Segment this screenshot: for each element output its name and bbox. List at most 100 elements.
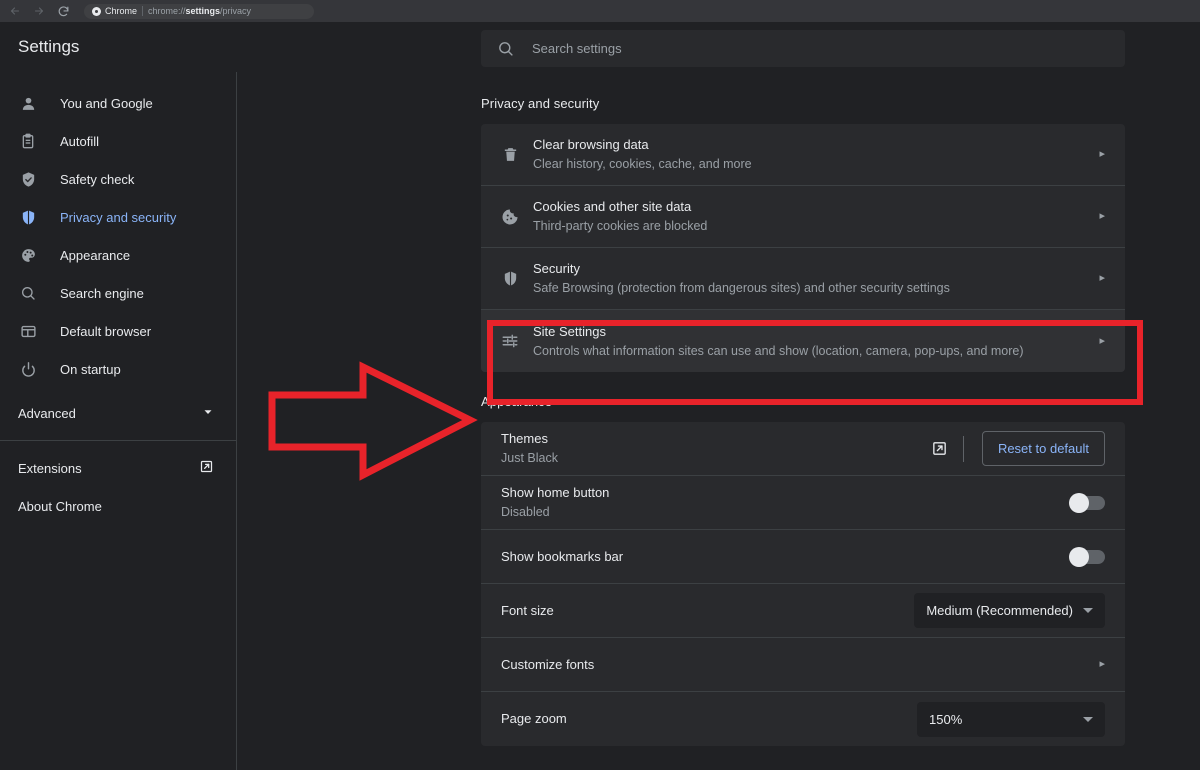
- chevron-right-icon: ▸: [1099, 148, 1105, 160]
- row-subtitle: Third-party cookies are blocked: [533, 219, 708, 233]
- row-text: Cookies and other site data Third-party …: [533, 198, 1099, 235]
- sidebar-item-label: Search engine: [60, 285, 144, 301]
- row-text: Security Safe Browsing (protection from …: [533, 260, 1099, 297]
- sidebar-item-label: Safety check: [60, 171, 135, 187]
- reload-icon[interactable]: [56, 4, 70, 18]
- row-title: Show home button: [501, 485, 610, 500]
- row-show-home-button[interactable]: Show home button Disabled: [481, 476, 1125, 530]
- sidebar-item-search-engine[interactable]: Search engine: [0, 274, 236, 312]
- row-font-size[interactable]: Font size Medium (Recommended): [481, 584, 1125, 638]
- omnibox-url: chrome://settings/privacy: [148, 6, 251, 16]
- row-title: Site Settings: [533, 323, 606, 339]
- sidebar-item-label: On startup: [60, 361, 121, 377]
- sliders-icon: [499, 330, 521, 352]
- privacy-card: Clear browsing data Clear history, cooki…: [481, 124, 1125, 372]
- browser-window-icon: [18, 321, 38, 341]
- sidebar-item-appearance[interactable]: Appearance: [0, 236, 236, 274]
- row-title: Show bookmarks bar: [501, 548, 624, 564]
- row-title: Page zoom: [501, 711, 567, 726]
- font-size-select[interactable]: Medium (Recommended): [914, 593, 1105, 628]
- row-text: Customize fonts: [501, 656, 1099, 674]
- sidebar-item-label: Appearance: [60, 247, 131, 263]
- external-link-icon[interactable]: [929, 438, 951, 460]
- cookie-icon: [499, 206, 521, 228]
- search-settings-bar[interactable]: [481, 30, 1125, 67]
- toggle-knob: [1069, 492, 1089, 513]
- appearance-section-title: Appearance: [481, 394, 553, 409]
- settings-body: You and Google Autofill Safety check Pri…: [0, 72, 1200, 770]
- row-title: Themes: [501, 431, 548, 446]
- row-title: Cookies and other site data: [533, 199, 692, 214]
- sidebar-item-you-and-google[interactable]: You and Google: [0, 84, 236, 122]
- search-icon: [497, 40, 514, 57]
- reset-to-default-button[interactable]: Reset to default: [981, 431, 1105, 466]
- row-site-settings[interactable]: Site Settings Controls what information …: [481, 310, 1125, 372]
- row-security[interactable]: Security Safe Browsing (protection from …: [481, 248, 1125, 310]
- row-subtitle: Disabled: [501, 505, 550, 519]
- sidebar-item-label: Privacy and security: [60, 209, 177, 225]
- chevron-right-icon: ▸: [1099, 334, 1105, 347]
- chevron-down-icon: [1083, 716, 1093, 722]
- omnibox-divider: [142, 6, 144, 16]
- sidebar-item-privacy-and-security[interactable]: Privacy and security: [0, 198, 236, 236]
- sidebar-item-on-startup[interactable]: On startup: [0, 350, 236, 388]
- sidebar-vertical-rule: [236, 72, 237, 770]
- row-subtitle: Safe Browsing (protection from dangerous…: [533, 281, 950, 295]
- sidebar-advanced-label: Advanced: [18, 405, 76, 421]
- sidebar: You and Google Autofill Safety check Pri…: [0, 72, 237, 770]
- url-prefix: chrome://: [148, 6, 186, 16]
- button-divider: [962, 435, 964, 462]
- appearance-card: Themes Just Black Reset to default Show …: [481, 422, 1125, 746]
- font-size-value: Medium (Recommended): [926, 603, 1073, 618]
- main-content: Privacy and security Clear browsing data…: [236, 72, 1200, 770]
- sidebar-item-about-chrome[interactable]: About Chrome: [0, 487, 236, 525]
- browser-toolbar: Chrome chrome://settings/privacy: [0, 0, 1200, 22]
- show-bookmarks-bar-toggle[interactable]: [1069, 546, 1105, 567]
- clipboard-icon: [18, 131, 38, 151]
- chevron-down-icon: [1083, 608, 1093, 613]
- row-text: Clear browsing data Clear history, cooki…: [533, 136, 1099, 173]
- back-arrow-icon[interactable]: [8, 4, 22, 18]
- palette-icon: [18, 245, 38, 265]
- row-subtitle: Controls what information sites can use …: [533, 343, 1024, 358]
- row-page-zoom[interactable]: Page zoom 150%: [481, 692, 1125, 746]
- page-title: Settings: [18, 37, 80, 56]
- row-text: Font size: [501, 602, 914, 620]
- page-zoom-value: 150%: [929, 711, 963, 727]
- sidebar-about-label: About Chrome: [18, 498, 102, 514]
- sidebar-item-advanced[interactable]: Advanced: [0, 394, 236, 432]
- row-title: Clear browsing data: [533, 137, 649, 152]
- sidebar-item-safety-check[interactable]: Safety check: [0, 160, 236, 198]
- forward-arrow-icon[interactable]: [32, 4, 46, 18]
- toggle-knob: [1069, 546, 1089, 567]
- sidebar-item-label: Default browser: [60, 323, 152, 339]
- row-clear-browsing-data[interactable]: Clear browsing data Clear history, cooki…: [481, 124, 1125, 186]
- page-zoom-select[interactable]: 150%: [917, 701, 1105, 737]
- sidebar-item-autofill[interactable]: Autofill: [0, 122, 236, 160]
- shield-icon: [18, 207, 38, 227]
- row-text: Show bookmarks bar: [501, 548, 1071, 566]
- sidebar-item-extensions[interactable]: Extensions: [0, 449, 236, 487]
- url-bold-segment: settings: [185, 6, 221, 16]
- omnibox[interactable]: Chrome chrome://settings/privacy: [84, 3, 314, 19]
- row-text: Page zoom: [501, 710, 917, 728]
- chevron-down-icon: [202, 406, 214, 421]
- row-title: Customize fonts: [501, 656, 595, 672]
- power-icon: [18, 359, 38, 379]
- row-customize-fonts[interactable]: Customize fonts ▸: [481, 638, 1125, 692]
- person-icon: [18, 93, 38, 113]
- sidebar-extensions-label: Extensions: [18, 460, 82, 476]
- row-subtitle: Clear history, cookies, cache, and more: [533, 157, 752, 171]
- row-cookies-and-other-site-data[interactable]: Cookies and other site data Third-party …: [481, 186, 1125, 248]
- show-home-button-toggle[interactable]: [1069, 492, 1105, 513]
- omnibox-site-chip: Chrome: [92, 6, 137, 16]
- search-input[interactable]: [532, 41, 1109, 56]
- row-themes[interactable]: Themes Just Black Reset to default: [481, 422, 1125, 476]
- row-text: Show home button Disabled: [501, 484, 1071, 521]
- omnibox-chip-label: Chrome: [105, 6, 138, 16]
- shield-icon: [499, 268, 521, 290]
- shield-check-icon: [18, 169, 38, 189]
- row-title: Font size: [501, 602, 554, 618]
- sidebar-item-default-browser[interactable]: Default browser: [0, 312, 236, 350]
- row-show-bookmarks-bar[interactable]: Show bookmarks bar: [481, 530, 1125, 584]
